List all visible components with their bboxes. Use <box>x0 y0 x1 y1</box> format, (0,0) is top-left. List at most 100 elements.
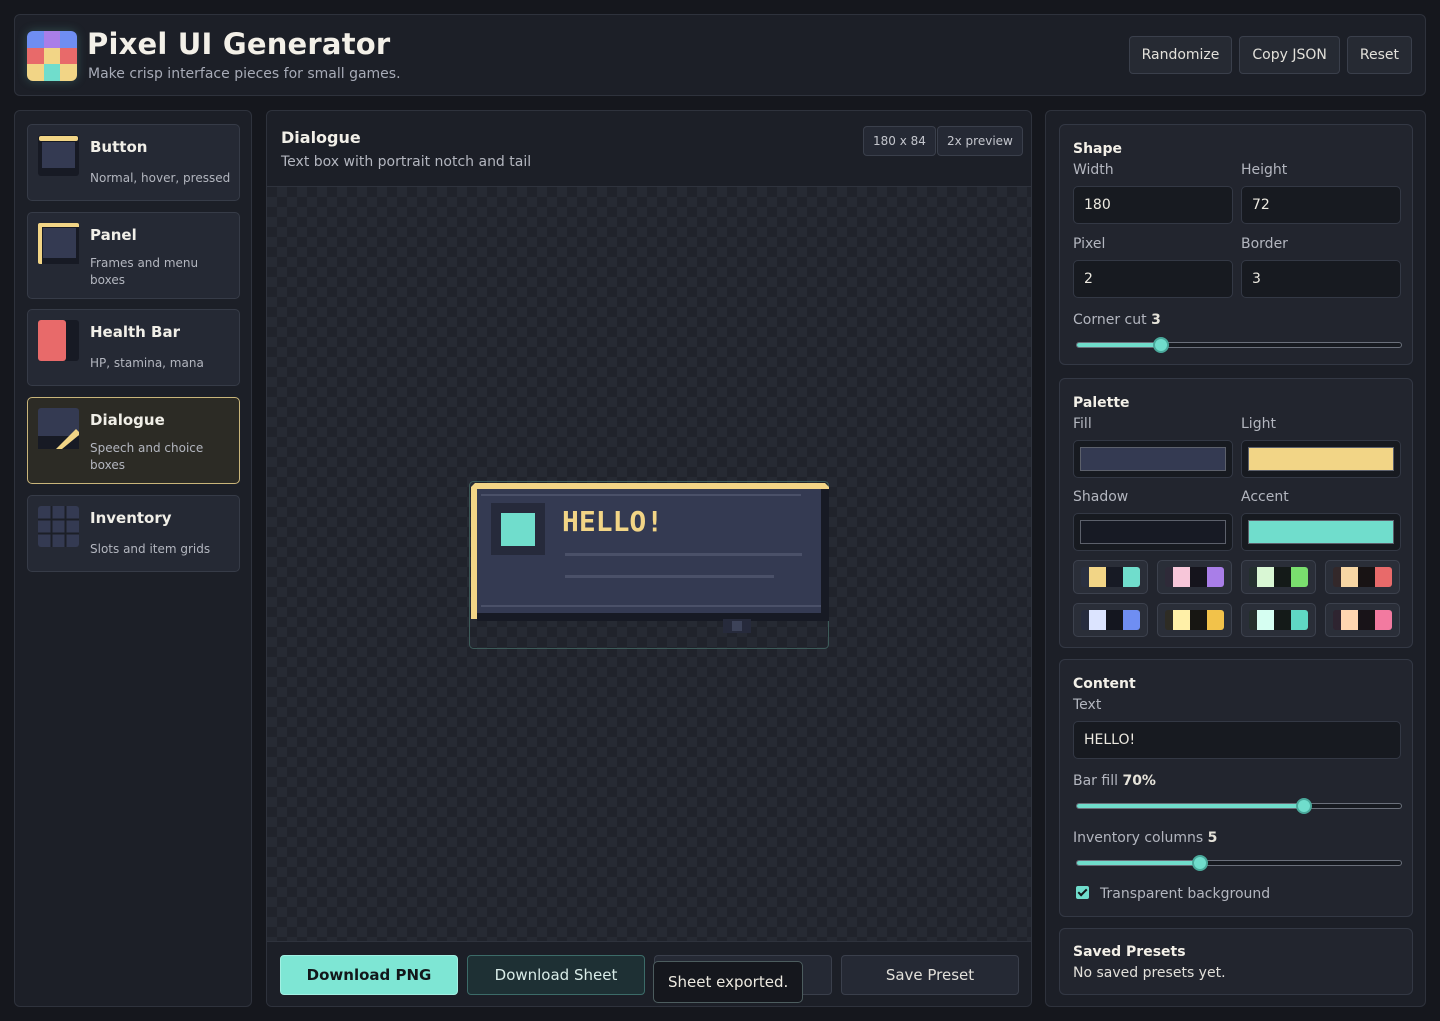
palette-preset-swatch <box>1333 610 1341 630</box>
slider-thumb[interactable] <box>1192 855 1209 871</box>
palette-preset-chip[interactable] <box>1325 603 1400 637</box>
palette-preset-swatch <box>1341 567 1358 587</box>
inventory-icon <box>38 506 79 547</box>
border-input[interactable]: 3 <box>1241 260 1401 298</box>
preview-panel: Dialogue Text box with portrait notch an… <box>266 110 1032 1007</box>
preview-footer: Download PNG Download Sheet L Save Prese… <box>267 941 1031 1006</box>
palette-preset-swatch <box>1333 567 1341 587</box>
component-item-panel[interactable]: Panel Frames and menu boxes <box>27 212 240 299</box>
palette-preset-swatch <box>1274 567 1291 587</box>
palette-preset-swatch <box>1291 610 1308 630</box>
text-input[interactable]: HELLO! <box>1073 721 1401 759</box>
width-input[interactable]: 180 <box>1073 186 1233 224</box>
light-color-picker[interactable] <box>1241 440 1401 478</box>
palette-preset-chip[interactable] <box>1073 603 1148 637</box>
transparent-background-checkbox[interactable] <box>1076 886 1089 899</box>
component-item-dialogue[interactable]: Dialogue Speech and choice boxes <box>27 397 240 484</box>
component-item-inventory[interactable]: Inventory Slots and item grids <box>27 495 240 572</box>
palette-preset-chip[interactable] <box>1073 560 1148 594</box>
component-item-button[interactable]: Button Normal, hover, pressed <box>27 124 240 201</box>
app-subtitle: Make crisp interface pieces for small ga… <box>88 66 401 82</box>
copy-json-button[interactable]: Copy JSON <box>1239 36 1340 74</box>
palette-preset-swatch <box>1123 610 1140 630</box>
palette-preset-swatch <box>1257 567 1274 587</box>
saved-presets-empty: No saved presets yet. <box>1073 965 1226 981</box>
download-sheet-button[interactable]: Download Sheet <box>467 955 645 995</box>
shadow-label: Shadow <box>1073 489 1129 505</box>
fill-color-picker[interactable] <box>1073 440 1233 478</box>
slider-thumb[interactable] <box>1153 337 1170 353</box>
height-label: Height <box>1241 162 1288 178</box>
inventory-columns-slider[interactable] <box>1076 855 1402 871</box>
button-icon <box>38 135 79 176</box>
pixel-label: Pixel <box>1073 236 1106 252</box>
bar-fill-label: Bar fill 70% <box>1073 773 1156 789</box>
pixel-input[interactable]: 2 <box>1073 260 1233 298</box>
palette-preset-swatch <box>1081 567 1089 587</box>
randomize-button[interactable]: Randomize <box>1128 36 1233 74</box>
component-desc: Normal, hover, pressed <box>90 171 231 185</box>
app-header: Pixel UI Generator Make crisp interface … <box>14 14 1426 96</box>
corner-cut-value: 3 <box>1151 312 1161 328</box>
save-preset-button[interactable]: Save Preset <box>841 955 1019 995</box>
reset-button[interactable]: Reset <box>1346 36 1412 74</box>
palette-preset-swatch <box>1190 610 1207 630</box>
palette-preset-chip[interactable] <box>1157 603 1232 637</box>
panel-icon <box>38 223 79 264</box>
zoom-badge: 2x preview <box>937 126 1023 156</box>
transparent-background-label: Transparent background <box>1100 886 1271 902</box>
component-sidebar: Button Normal, hover, pressed Panel Fram… <box>14 110 252 1007</box>
health-bar-icon <box>38 320 79 361</box>
bar-fill-slider[interactable] <box>1076 798 1402 814</box>
palette-preset-swatch <box>1165 567 1173 587</box>
palette-preset-swatch <box>1207 610 1224 630</box>
height-input[interactable]: 72 <box>1241 186 1401 224</box>
header-actions: Randomize Copy JSON Reset <box>1128 36 1412 74</box>
palette-preset-swatch <box>1358 610 1375 630</box>
component-name: Health Bar <box>90 323 181 341</box>
saved-presets-card: Saved Presets No saved presets yet. <box>1059 928 1413 995</box>
slider-thumb[interactable] <box>1295 798 1312 814</box>
palette-preset-swatch <box>1081 610 1089 630</box>
component-name: Inventory <box>90 509 172 527</box>
palette-preset-swatch <box>1106 610 1123 630</box>
preview-canvas[interactable]: HELLO! <box>267 186 1031 941</box>
palette-preset-swatch <box>1190 567 1207 587</box>
palette-preset-swatch <box>1123 567 1140 587</box>
border-label: Border <box>1241 236 1288 252</box>
shape-card: Shape Width Height 180 72 Pixel Border 2… <box>1059 124 1413 365</box>
component-desc: Speech and choice boxes <box>90 441 204 472</box>
shape-title: Shape <box>1073 141 1123 157</box>
component-desc: Slots and item grids <box>90 542 211 556</box>
palette-preset-chip[interactable] <box>1157 560 1232 594</box>
palette-preset-chip[interactable] <box>1241 603 1316 637</box>
palette-preset-swatch <box>1173 567 1190 587</box>
dialogue-preview: HELLO! <box>469 481 829 649</box>
component-desc: Frames and menu boxes <box>90 256 199 287</box>
toast-notification: Sheet exported. <box>653 961 804 1003</box>
palette-preset-swatch <box>1341 610 1358 630</box>
palette-preset-swatch <box>1375 610 1392 630</box>
shadow-color-picker[interactable] <box>1073 513 1233 551</box>
corner-cut-slider[interactable] <box>1076 337 1402 353</box>
inventory-columns-value: 5 <box>1207 830 1218 846</box>
palette-preset-swatch <box>1106 567 1123 587</box>
palette-preset-swatch <box>1358 567 1375 587</box>
palette-preset-chip[interactable] <box>1241 560 1316 594</box>
preview-title: Dialogue <box>281 128 361 147</box>
palette-card: Palette Fill Light Shadow Accent <box>1059 378 1413 648</box>
palette-preset-chip[interactable] <box>1325 560 1400 594</box>
palette-preset-swatch <box>1165 610 1173 630</box>
accent-color-picker[interactable] <box>1241 513 1401 551</box>
download-png-button[interactable]: Download PNG <box>280 955 458 995</box>
component-name: Panel <box>90 226 137 244</box>
component-name: Dialogue <box>90 411 165 429</box>
palette-preset-swatch <box>1249 567 1257 587</box>
saved-presets-title: Saved Presets <box>1073 944 1186 960</box>
accent-label: Accent <box>1241 489 1289 505</box>
palette-title: Palette <box>1073 395 1130 411</box>
light-label: Light <box>1241 416 1276 432</box>
settings-panel: Shape Width Height 180 72 Pixel Border 2… <box>1045 110 1426 1007</box>
palette-preset-swatch <box>1089 610 1106 630</box>
component-item-health-bar[interactable]: Health Bar HP, stamina, mana <box>27 309 240 386</box>
